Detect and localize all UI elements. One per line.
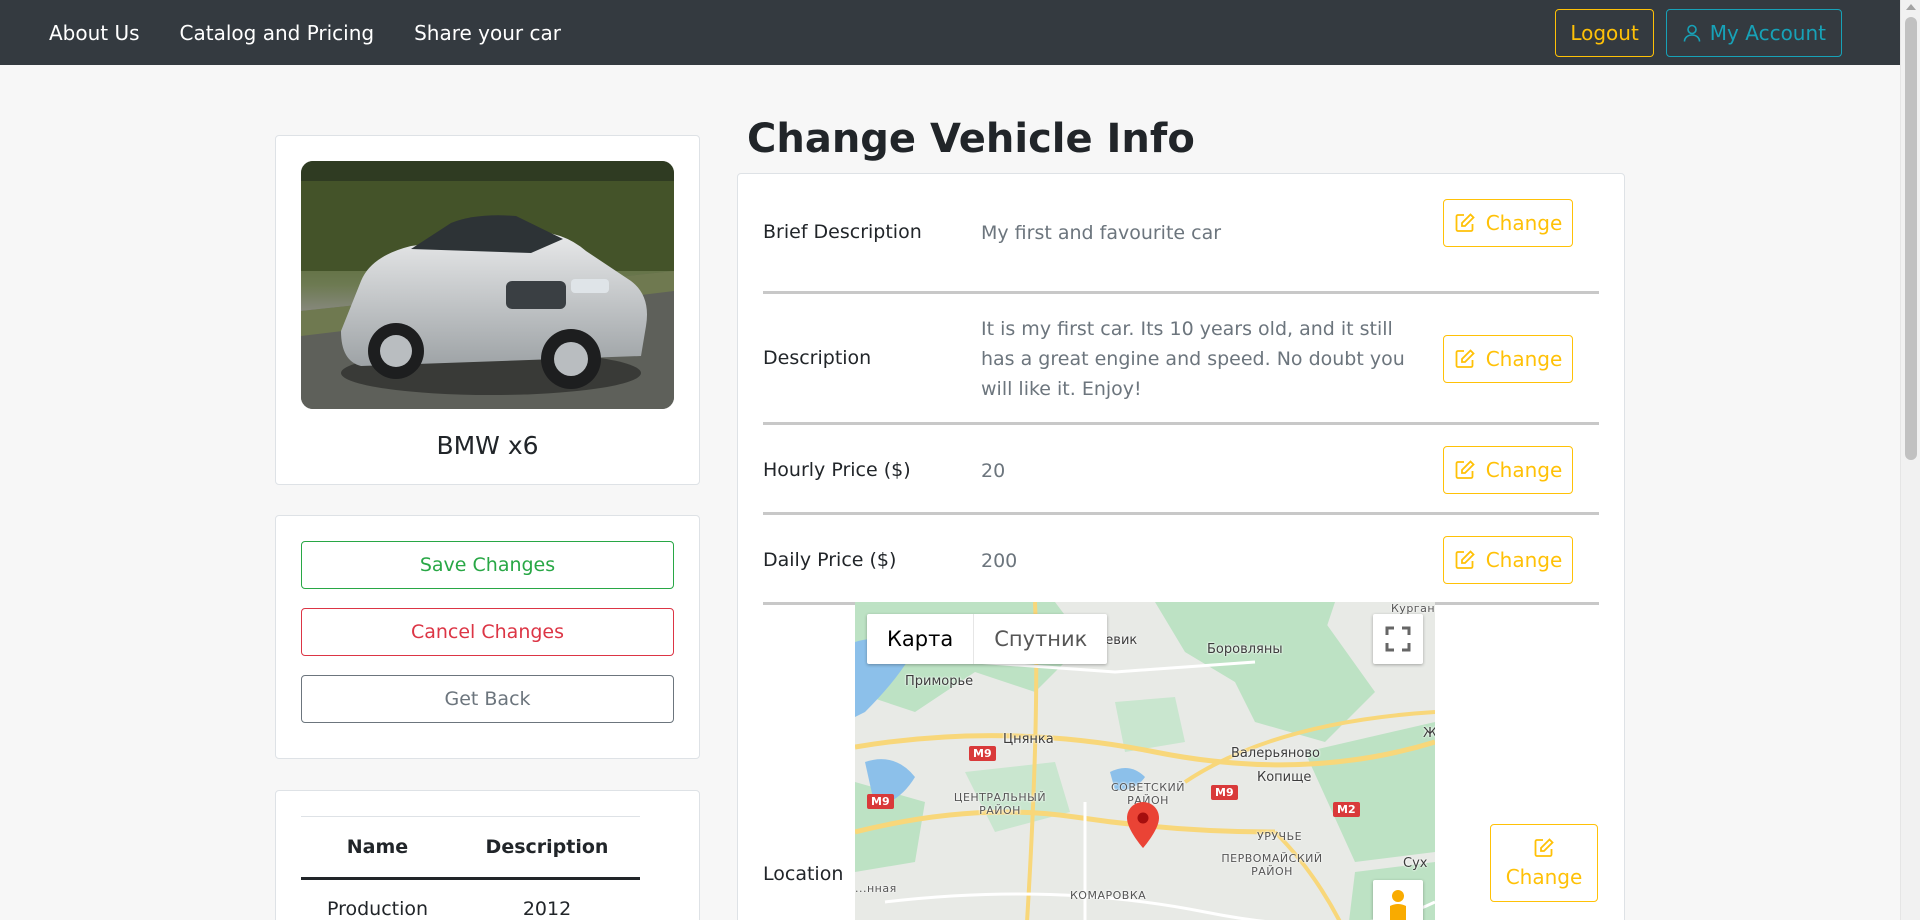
field-row-daily-price: Daily Price ($) 200 Change <box>763 515 1599 605</box>
location-pin-icon[interactable] <box>1127 802 1159 848</box>
car-title: BMW x6 <box>436 431 539 460</box>
map-place-label: Сух <box>1403 856 1428 871</box>
actions-card: Save Changes Cancel Changes Get Back <box>275 515 700 759</box>
table-row: Production 2012 <box>301 879 640 920</box>
map-place-label: Цнянка <box>1003 732 1054 747</box>
field-row-description: Description It is my first car. Its 10 y… <box>763 294 1599 425</box>
field-row-hourly-price: Hourly Price ($) 20 Change <box>763 425 1599 515</box>
map-place-label: КОМАРОВКА <box>1070 889 1147 902</box>
change-label: Change <box>1485 211 1563 235</box>
my-account-button[interactable]: My Account <box>1665 8 1842 57</box>
road-badge: M9 <box>969 746 996 761</box>
top-navbar: About Us Catalog and Pricing Share your … <box>0 0 1900 65</box>
field-label: Description <box>763 347 872 369</box>
road-badge: M9 <box>867 794 894 809</box>
map-type-map-button[interactable]: Карта <box>867 614 975 664</box>
my-account-label: My Account <box>1709 20 1826 45</box>
location-map[interactable]: Приморье Цнянка Боровляны Валерьяново Ко… <box>855 602 1435 920</box>
map-place-label: ...нная <box>855 882 897 895</box>
map-place-label: Валерьяново <box>1231 746 1320 761</box>
car-photo <box>301 161 674 409</box>
nav-catalog-pricing[interactable]: Catalog and Pricing <box>180 21 375 45</box>
change-label: Change <box>1485 347 1563 371</box>
nav-share-car[interactable]: Share your car <box>414 21 561 45</box>
map-place-label: Боровляны <box>1207 642 1283 657</box>
fullscreen-icon[interactable] <box>1373 614 1423 664</box>
edit-icon <box>1455 213 1475 232</box>
change-description-button[interactable]: Change <box>1443 335 1573 383</box>
change-location-button[interactable]: Change <box>1490 824 1598 902</box>
change-brief-description-button[interactable]: Change <box>1443 199 1573 247</box>
vehicle-photo-card: BMW x6 <box>275 135 700 485</box>
change-label: Change <box>1485 458 1563 482</box>
field-value: 20 <box>981 460 1006 482</box>
map-place-label: Приморье <box>905 674 974 689</box>
nav-about-us[interactable]: About Us <box>49 21 140 45</box>
scroll-thumb[interactable] <box>1905 17 1917 460</box>
field-label: Hourly Price ($) <box>763 459 911 481</box>
user-icon <box>1683 24 1701 42</box>
spec-name-cell: Production <box>326 898 429 920</box>
change-label: Change <box>1485 548 1563 572</box>
road-badge: M2 <box>1333 802 1360 817</box>
field-value: It is my first car. Its 10 years old, an… <box>981 318 1405 400</box>
specs-table: Name Description Production 2012 <box>301 816 640 920</box>
map-place-label: УРУЧЬЕ <box>1257 830 1303 843</box>
road-badge: M9 <box>1211 785 1238 800</box>
vehicle-info-card: Brief Description My first and favourite… <box>737 173 1625 920</box>
map-place-label: Копище <box>1257 770 1312 785</box>
specs-card: Name Description Production 2012 <box>275 790 700 920</box>
change-hourly-price-button[interactable]: Change <box>1443 446 1573 494</box>
specs-header-name: Name <box>301 816 454 880</box>
map-type-control: Карта Спутник <box>867 614 1108 664</box>
map-place-label: Ж <box>1423 726 1435 741</box>
page-scrollbar[interactable] <box>1900 0 1920 920</box>
specs-header-description: Description <box>454 816 640 880</box>
edit-icon <box>1455 349 1475 368</box>
pegman-icon[interactable] <box>1373 880 1423 920</box>
page-title: Change Vehicle Info <box>747 116 1195 162</box>
field-value: 200 <box>981 550 1018 572</box>
nav-right-group: Logout My Account <box>1555 8 1842 57</box>
map-place-label: ЦЕНТРАЛЬНЫЙ РАЙОН <box>953 791 1047 817</box>
logout-button[interactable]: Logout <box>1555 8 1654 57</box>
map-place-label: ПЕРВОМАЙСКИЙ РАЙОН <box>1221 852 1323 878</box>
field-value: My first and favourite car <box>981 222 1222 244</box>
change-daily-price-button[interactable]: Change <box>1443 536 1573 584</box>
cancel-changes-button[interactable]: Cancel Changes <box>301 608 674 656</box>
edit-icon <box>1455 460 1475 479</box>
spec-description-cell: 2012 <box>522 898 572 920</box>
change-label: Change <box>1505 865 1583 889</box>
get-back-button[interactable]: Get Back <box>301 675 674 723</box>
edit-icon <box>1455 550 1475 569</box>
map-type-satellite-button[interactable]: Спутник <box>974 614 1107 664</box>
location-label: Location <box>763 863 844 885</box>
scroll-up-arrow-icon[interactable] <box>1906 4 1916 10</box>
field-row-brief-description: Brief Description My first and favourite… <box>763 199 1599 294</box>
edit-icon <box>1534 838 1554 857</box>
save-changes-button[interactable]: Save Changes <box>301 541 674 589</box>
specs-header-row: Name Description <box>301 816 640 880</box>
field-label: Brief Description <box>763 221 922 243</box>
field-label: Daily Price ($) <box>763 549 897 571</box>
